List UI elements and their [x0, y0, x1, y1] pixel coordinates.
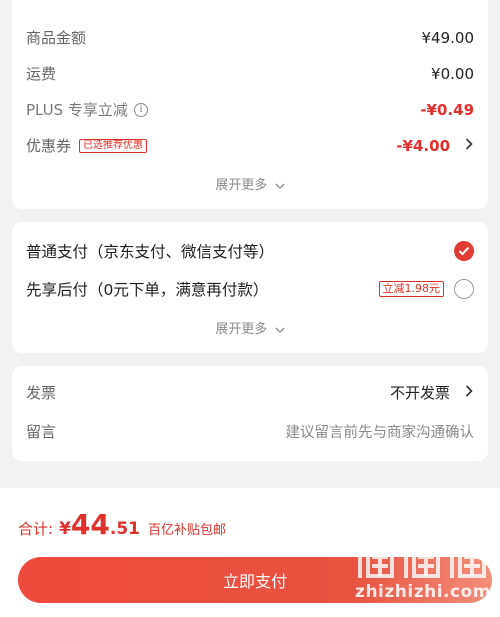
chevron-right-icon [464, 137, 474, 154]
payment-expand-more-label: 展开更多 [215, 322, 268, 337]
payment-option-normal[interactable]: 普通支付（京东支付、微信支付等） [26, 240, 474, 262]
total-integer: 44 [70, 508, 110, 541]
plus-discount-label: PLUS 专享立减 [26, 101, 128, 119]
watermark-text: zhizhizhi.com [355, 582, 491, 602]
info-icon[interactable]: i [133, 102, 148, 117]
coupon-row[interactable]: 优惠券 已选推荐优惠 -¥4.00 [26, 135, 474, 156]
invoice-value: 不开发票 [389, 384, 450, 402]
watermark-glyph-icon [356, 530, 486, 578]
payment-option-paylater[interactable]: 先享后付（0元下单，满意再付款） 立减1.98元 [26, 278, 474, 300]
payment-method-card: 普通支付（京东支付、微信支付等） 先享后付（0元下单，满意再付款） 立减1.98… [12, 222, 488, 353]
chevron-right-icon [464, 384, 474, 401]
payment-option-paylater-label: 先享后付（0元下单，满意再付款） [26, 281, 269, 299]
shipping-row: 运费 ¥0.00 [26, 63, 474, 84]
radio-unchecked-icon[interactable] [454, 279, 474, 299]
goods-amount-row: 商品金额 ¥49.00 [26, 27, 474, 48]
radio-checked-icon[interactable] [454, 241, 474, 261]
extras-card: 发票 不开发票 留言 建议留言前先与商家沟通确认 [12, 366, 488, 461]
check-icon [458, 246, 470, 256]
currency-symbol: ¥ [59, 519, 71, 539]
note-row[interactable]: 留言 建议留言前先与商家沟通确认 [26, 421, 474, 442]
order-summary-card: 商品金额 ¥49.00 运费 ¥0.00 PLUS 专享立减 i -¥0.49 … [12, 0, 488, 209]
goods-amount-value: ¥49.00 [421, 28, 475, 47]
expand-more-button[interactable]: 展开更多 [12, 174, 488, 193]
chevron-down-icon [275, 327, 285, 333]
note-label: 留言 [26, 423, 57, 441]
coupon-value: -¥4.00 [396, 136, 450, 155]
plus-discount-value: -¥0.49 [420, 100, 474, 119]
goods-amount-label: 商品金额 [26, 29, 87, 47]
paylater-discount-tag: 立减1.98元 [378, 281, 444, 297]
expand-more-label: 展开更多 [215, 178, 268, 193]
coupon-recommended-tag: 已选推荐优惠 [79, 138, 148, 153]
shipping-label: 运费 [26, 65, 57, 83]
subsidy-text: 百亿补贴包邮 [148, 523, 227, 538]
coupon-label: 优惠券 [26, 137, 72, 155]
total-decimal: .51 [109, 519, 140, 539]
total-label: 合计: [18, 520, 54, 538]
chevron-down-icon [275, 183, 285, 189]
payment-option-normal-label: 普通支付（京东支付、微信支付等） [26, 243, 275, 261]
plus-discount-row[interactable]: PLUS 专享立减 i -¥0.49 [26, 99, 474, 120]
total-price: 合计: ¥ 44 .51 百亿补贴包邮 [18, 510, 226, 540]
invoice-row[interactable]: 发票 不开发票 [26, 382, 474, 403]
note-input[interactable]: 建议留言前先与商家沟通确认 [286, 421, 475, 442]
shipping-value: ¥0.00 [431, 64, 474, 83]
payment-expand-more-button[interactable]: 展开更多 [12, 318, 488, 337]
invoice-label: 发票 [26, 384, 57, 402]
watermark-logo: zhizhizhi.com [352, 530, 494, 612]
